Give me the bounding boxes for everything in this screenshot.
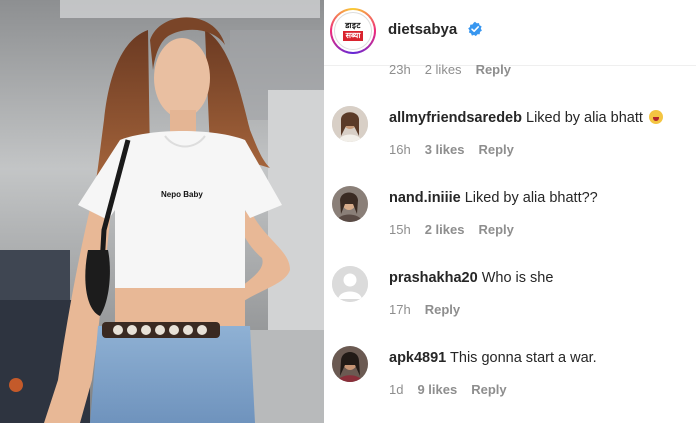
comment-username[interactable]: apk4891 [389,350,446,366]
reply-button[interactable]: Reply [471,382,506,397]
post-username[interactable]: dietsabya [388,21,457,38]
screaming-face-icon [648,110,663,124]
comment-body: Liked by alia bhatt [521,110,643,126]
comment-text: apk4891 This gonna start a war. [389,350,692,366]
comment-item: allmyfriendsaredeb Liked by alia bhatt 1… [324,98,696,176]
reply-button[interactable]: Reply [478,222,513,237]
avatar-photo [332,186,368,222]
verified-badge-icon [468,21,482,37]
post-photo: Nepo Baby [0,0,324,423]
comment-text: nand.iniiie Liked by alia bhatt?? [389,190,692,206]
reply-button[interactable]: Reply [476,62,511,77]
comments-panel: डाइट सब्या dietsabya 23h 2 likes Reply a… [324,0,696,423]
comment-meta: 17h Reply [389,302,460,317]
comment-time: 1d [389,382,404,397]
account-avatar[interactable]: डाइट सब्या [330,8,376,54]
comment-likes[interactable]: 2 likes [425,222,465,237]
comment-time: 16h [389,142,411,157]
post-header: डाइट सब्या dietsabya [324,0,696,66]
photo-illustration [0,0,324,423]
avatar-photo [332,346,368,382]
comment-username[interactable]: nand.iniiie [389,190,461,206]
brand-logo-line2: सब्या [342,30,364,41]
partial-comment-meta: 23h 2 likes Reply [389,62,511,77]
avatar-photo [332,106,368,142]
comment-body: This gonna start a war. [446,350,597,366]
comment-likes[interactable]: 3 likes [425,142,465,157]
comment-body: Liked by alia bhatt?? [460,190,598,206]
comment-body: Who is she [477,270,554,286]
comment-username[interactable]: allmyfriendsaredeb [389,110,522,126]
comment-time: 17h [389,302,411,317]
comment-text: prashakha20 Who is she [389,270,692,286]
brand-logo-line1: डाइट [345,20,361,30]
shirt-text: Nepo Baby [161,190,203,199]
comment-item: apk4891 This gonna start a war. 1d 9 lik… [324,338,696,416]
comment-meta: 16h 3 likes Reply [389,142,514,157]
comment-item: prashakha20 Who is she 17h Reply [324,258,696,336]
default-avatar-icon [332,266,368,302]
comment-time: 23h [389,62,411,77]
comment-item: nand.iniiie Liked by alia bhatt?? 15h 2 … [324,178,696,256]
brand-logo: डाइट सब्या [334,12,372,50]
comment-username[interactable]: prashakha20 [389,270,478,286]
reply-button[interactable]: Reply [425,302,460,317]
comment-meta: 15h 2 likes Reply [389,222,514,237]
comment-meta: 1d 9 likes Reply [389,382,507,397]
commenter-avatar[interactable] [332,186,368,222]
comment-time: 15h [389,222,411,237]
commenter-avatar[interactable] [332,106,368,142]
commenter-avatar[interactable] [332,346,368,382]
comment-likes[interactable]: 2 likes [425,62,462,77]
comment-likes[interactable]: 9 likes [417,382,457,397]
reply-button[interactable]: Reply [478,142,513,157]
commenter-avatar[interactable] [332,266,368,302]
comment-text: allmyfriendsaredeb Liked by alia bhatt [389,110,692,126]
